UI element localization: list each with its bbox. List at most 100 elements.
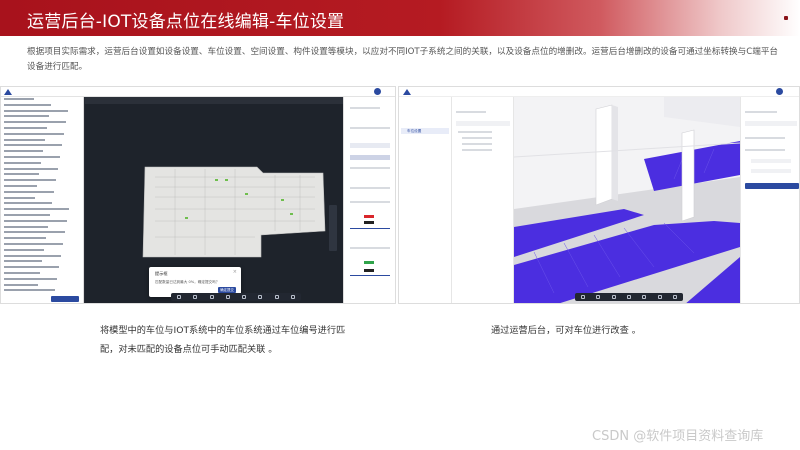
sidebar-item-text [4, 103, 51, 106]
sidebar-item-text [4, 213, 50, 216]
sidebar-item[interactable] [401, 141, 449, 147]
sidebar-item-text [4, 190, 54, 193]
panel-line [350, 167, 390, 169]
tree-search-input[interactable] [456, 121, 510, 126]
avatar[interactable] [374, 88, 381, 95]
sidebar-item-text [4, 271, 40, 274]
submit-button[interactable] [745, 183, 799, 189]
sidebar-item-text [4, 254, 61, 257]
sidebar-item-text [4, 260, 42, 263]
sidebar-item-text [4, 242, 63, 245]
parking-3d-view [514, 97, 740, 303]
walk-icon[interactable] [642, 295, 647, 299]
measure-icon[interactable] [611, 295, 616, 299]
color-swatch-black[interactable] [364, 269, 374, 272]
view-toolbar [575, 293, 683, 301]
panel-line [350, 201, 390, 203]
sidebar-item-text [4, 144, 62, 147]
logo-icon [403, 89, 411, 95]
sidebar-item-text [4, 179, 56, 182]
home-icon[interactable] [177, 295, 182, 299]
panel-line [350, 107, 380, 109]
sidebar-item-text [4, 150, 43, 153]
panel-line [350, 187, 390, 189]
sidebar-item-text [4, 138, 45, 141]
model-viewport[interactable] [514, 97, 740, 303]
module-sidebar: 车位设置 [399, 97, 452, 303]
title-banner: 运营后台-IOT设备点位在线编辑-车位设置 [0, 0, 800, 36]
properties-panel [343, 97, 395, 303]
sidebar-item-text [4, 248, 44, 251]
view-toolbar [171, 293, 301, 301]
sidebar-item-text [4, 237, 46, 240]
tree-node[interactable] [458, 131, 492, 133]
caption-left: 将模型中的车位与IOT系统中的车位系统通过车位编号进行匹配，对未匹配的设备点位可… [100, 325, 346, 355]
sidebar-item-text [4, 184, 37, 187]
layers-icon[interactable] [193, 295, 198, 299]
color-swatch-green[interactable] [364, 261, 374, 264]
watermark: CSDN @软件项目资料查询库 [592, 429, 764, 444]
parking-tree [452, 97, 514, 303]
color-swatch-red[interactable] [364, 215, 374, 218]
sidebar-item[interactable] [401, 149, 449, 155]
sidebar-item-text [4, 173, 39, 176]
sidebar-item-text [4, 161, 41, 164]
sidebar-item-label: 车位设置 [407, 129, 422, 133]
tree-heading [456, 111, 486, 113]
logo-icon [4, 89, 12, 95]
panel-line [745, 149, 785, 151]
settings-icon[interactable] [673, 295, 678, 299]
settings-icon[interactable] [274, 295, 279, 299]
screenshot-right: 车位设置 [398, 86, 800, 304]
tree-node[interactable] [462, 137, 492, 139]
layers-icon[interactable] [596, 295, 601, 299]
screenshot-left: 提示框 × 匹配数量已达到最大 0%，确定提交吗？ 确定提交 [0, 86, 396, 304]
section-icon[interactable] [626, 295, 631, 299]
home-icon[interactable] [580, 295, 585, 299]
avatar[interactable] [776, 88, 783, 95]
opacity-slider[interactable] [350, 275, 390, 276]
panel-input[interactable] [751, 159, 791, 163]
fullscreen-icon[interactable] [290, 295, 295, 299]
sidebar-item-text [4, 208, 69, 211]
section-icon[interactable] [225, 295, 230, 299]
panel-line [350, 127, 390, 129]
sidebar-item-text [4, 132, 64, 135]
sidebar-item-parking[interactable]: 车位设置 [401, 128, 449, 134]
panel-input[interactable] [751, 169, 791, 173]
camera-icon[interactable] [258, 295, 263, 299]
color-swatch-black[interactable] [364, 221, 374, 224]
panel-input[interactable] [350, 155, 390, 160]
device-list-sidebar [1, 97, 84, 303]
description-text: 根据项目实际需求，运营后台设置如设备设置、车位设置、空间设置、构件设置等模块，以… [27, 47, 779, 72]
tree-node[interactable] [462, 149, 492, 151]
page-title: 运营后台-IOT设备点位在线编辑-车位设置 [27, 12, 345, 32]
opacity-slider[interactable] [350, 228, 390, 229]
sidebar-item-text [4, 225, 48, 228]
panel-line [745, 137, 785, 139]
camera-icon[interactable] [657, 295, 662, 299]
sidebar-item-text [4, 109, 68, 112]
panel-line [350, 247, 390, 249]
panel-tab[interactable] [745, 121, 797, 126]
sidebar-item-text [4, 196, 35, 199]
sidebar-item-text [4, 231, 65, 234]
sidebar-item-text [4, 219, 67, 222]
sidebar-item-text [4, 202, 52, 205]
app-topbar [1, 87, 395, 97]
sidebar-item-text [4, 167, 58, 170]
tree-node[interactable] [462, 143, 492, 145]
sidebar-item[interactable] [401, 120, 449, 126]
properties-panel [740, 97, 799, 303]
sidebar-list-item[interactable] [1, 288, 83, 294]
close-icon[interactable]: × [233, 269, 237, 275]
sidebar-item-text [4, 121, 66, 124]
sidebar-item-text [4, 155, 60, 158]
walk-icon[interactable] [242, 295, 247, 299]
panel-input[interactable] [350, 143, 390, 148]
caption-right: 通过运营后台，可对车位进行改查 。 [491, 325, 641, 336]
sidebar-action-button[interactable] [51, 296, 79, 302]
measure-icon[interactable] [209, 295, 214, 299]
dialog-title: 提示框 [155, 271, 168, 276]
app-topbar [399, 87, 799, 97]
